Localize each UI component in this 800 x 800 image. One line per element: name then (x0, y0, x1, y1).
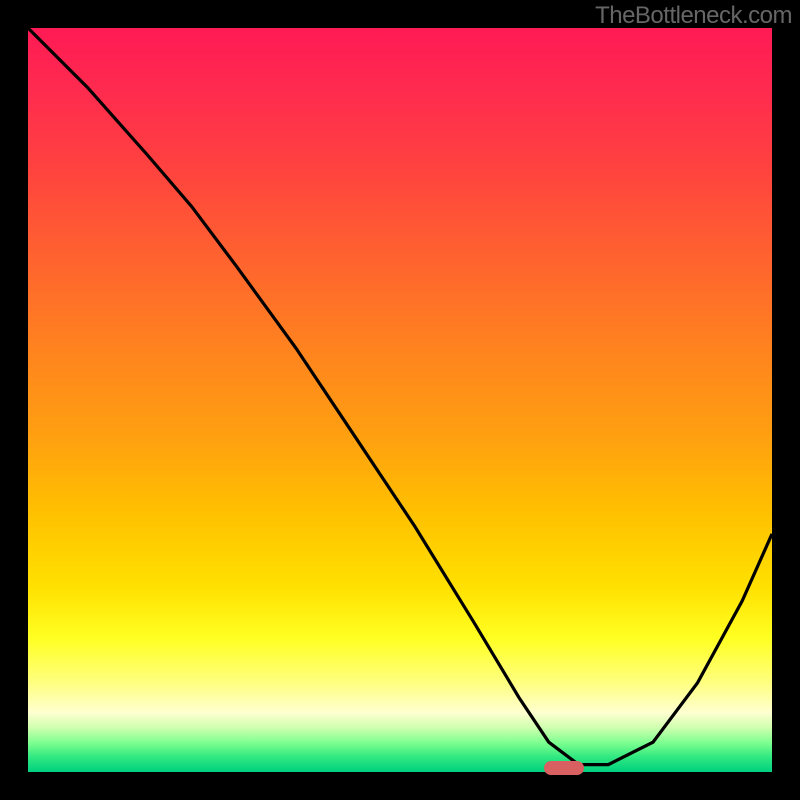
chart-plot-area (28, 28, 772, 772)
watermark-text: TheBottleneck.com (595, 2, 792, 30)
chart-marker (544, 761, 584, 775)
